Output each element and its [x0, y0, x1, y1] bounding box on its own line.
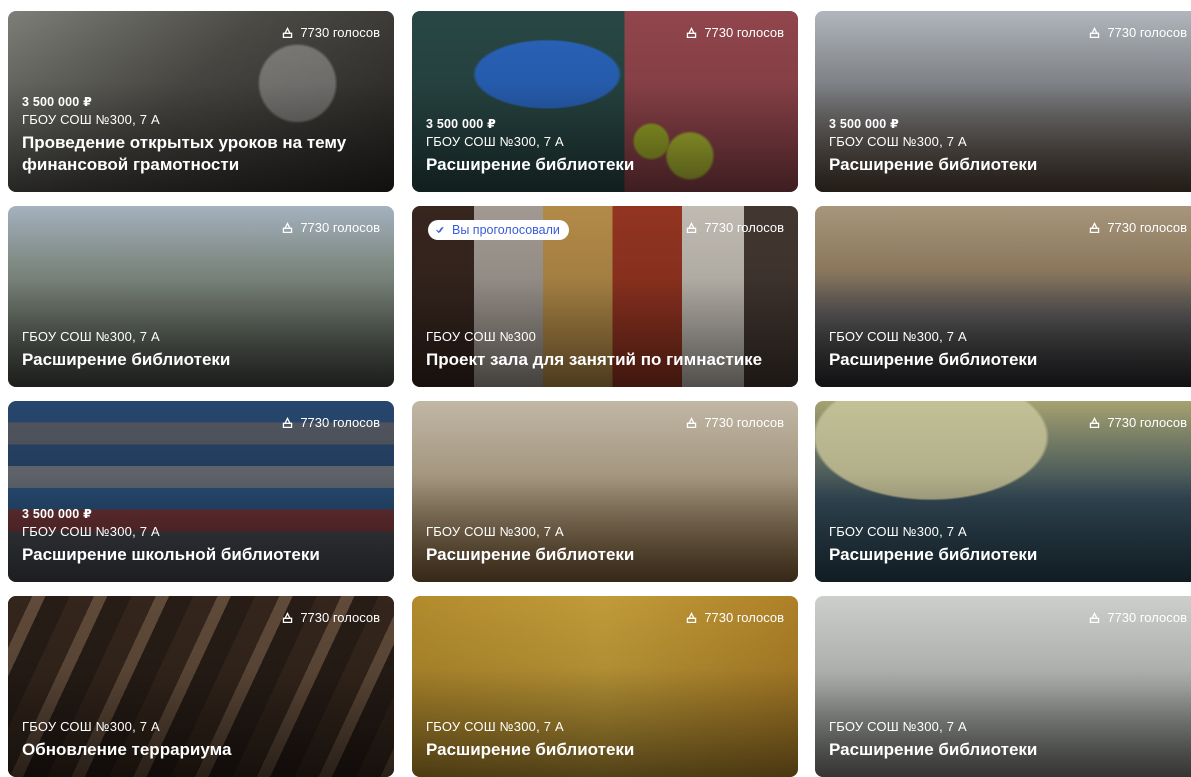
vote-icon	[687, 221, 697, 234]
vote-count: 7730 голосов	[1088, 220, 1187, 235]
vote-count: 7730 голосов	[281, 25, 380, 40]
vote-icon	[687, 611, 697, 624]
project-card[interactable]: 7730 голосов ГБОУ СОШ №300, 7 А Расширен…	[815, 401, 1191, 582]
vote-icon	[687, 26, 697, 39]
card-info: 3 500 000 ₽ ГБОУ СОШ №300, 7 А Проведени…	[22, 94, 382, 176]
vote-icon	[1090, 26, 1100, 39]
card-title: Расширение школьной библиотеки	[22, 545, 320, 564]
card-school: ГБОУ СОШ №300, 7 А	[426, 524, 564, 539]
card-info: ГБОУ СОШ №300, 7 А Расширение библиотеки	[426, 524, 786, 566]
card-title: Обновление террариума	[22, 740, 232, 759]
card-title: Расширение библиотеки	[829, 350, 1038, 369]
card-title: Расширение библиотеки	[22, 350, 231, 369]
card-title: Проект зала для занятий по гимнастике	[426, 350, 763, 369]
project-card[interactable]: 7730 голосов ГБОУ СОШ №300, 7 А Расширен…	[412, 596, 798, 777]
vote-count: 7730 голосов	[685, 610, 784, 625]
vote-count: 7730 голосов	[281, 610, 380, 625]
card-title: Расширение библиотеки	[426, 545, 635, 564]
card-info: 3 500 000 ₽ ГБОУ СОШ №300, 7 А Расширени…	[22, 506, 382, 566]
card-school: ГБОУ СОШ №300, 7 А	[829, 329, 967, 344]
card-info: ГБОУ СОШ №300, 7 А Обновление террариума	[22, 719, 382, 761]
vote-icon	[283, 26, 293, 39]
project-grid: 7730 голосов 3 500 000 ₽ ГБОУ СОШ №300, …	[0, 0, 1191, 777]
card-info: 3 500 000 ₽ ГБОУ СОШ №300, 7 А Расширени…	[426, 116, 786, 176]
project-card[interactable]: 7730 голосов ГБОУ СОШ №300, 7 А Расширен…	[815, 206, 1191, 387]
vote-icon	[283, 416, 293, 429]
project-card[interactable]: 7730 голосов ГБОУ СОШ №300, 7 А Обновлен…	[8, 596, 394, 777]
card-info: ГБОУ СОШ №300, 7 А Расширение библиотеки	[829, 329, 1189, 371]
card-amount: 3 500 000 ₽	[22, 507, 92, 521]
vote-icon	[687, 416, 697, 429]
project-card[interactable]: 7730 голосов ГБОУ СОШ №300, 7 А Расширен…	[8, 206, 394, 387]
card-school: ГБОУ СОШ №300, 7 А	[22, 329, 160, 344]
card-school: ГБОУ СОШ №300, 7 А	[829, 719, 967, 734]
vote-count: 7730 голосов	[685, 415, 784, 430]
card-title: Расширение библиотеки	[829, 545, 1038, 564]
card-school: ГБОУ СОШ №300, 7 А	[22, 112, 160, 127]
card-title: Расширение библиотеки	[426, 740, 635, 759]
vote-icon	[283, 221, 293, 234]
vote-icon	[283, 611, 293, 624]
card-school: ГБОУ СОШ №300, 7 А	[829, 134, 967, 149]
card-info: ГБОУ СОШ №300, 7 А Расширение библиотеки	[829, 524, 1189, 566]
card-amount: 3 500 000 ₽	[829, 117, 899, 131]
card-title: Расширение библиотеки	[829, 155, 1038, 174]
vote-count: 7730 голосов	[281, 220, 380, 235]
vote-icon	[1090, 611, 1100, 624]
vote-icon	[1090, 416, 1100, 429]
vote-count: 7730 голосов	[685, 220, 784, 235]
card-info: ГБОУ СОШ №300, 7 А Расширение библиотеки	[426, 719, 786, 761]
card-info: 3 500 000 ₽ ГБОУ СОШ №300, 7 А Расширени…	[829, 116, 1189, 176]
card-school: ГБОУ СОШ №300, 7 А	[426, 134, 564, 149]
card-info: ГБОУ СОШ №300 Проект зала для занятий по…	[426, 329, 786, 371]
project-card[interactable]: 7730 голосов 3 500 000 ₽ ГБОУ СОШ №300, …	[815, 11, 1191, 192]
project-card[interactable]: 7730 голосов 3 500 000 ₽ ГБОУ СОШ №300, …	[8, 401, 394, 582]
card-title: Расширение библиотеки	[426, 155, 635, 174]
voted-badge: Вы проголосовали	[428, 220, 569, 240]
card-school: ГБОУ СОШ №300, 7 А	[426, 719, 564, 734]
card-info: ГБОУ СОШ №300, 7 А Расширение библиотеки	[829, 719, 1189, 761]
project-card[interactable]: 7730 голосов ГБОУ СОШ №300, 7 А Расширен…	[412, 401, 798, 582]
vote-count: 7730 голосов	[1088, 415, 1187, 430]
card-school: ГБОУ СОШ №300, 7 А	[22, 719, 160, 734]
vote-count: 7730 голосов	[1088, 610, 1187, 625]
card-title: Расширение библиотеки	[829, 740, 1038, 759]
vote-count: 7730 голосов	[281, 415, 380, 430]
vote-count: 7730 голосов	[685, 25, 784, 40]
project-card[interactable]: 7730 голосов 3 500 000 ₽ ГБОУ СОШ №300, …	[412, 11, 798, 192]
check-icon	[436, 226, 444, 234]
vote-icon	[1090, 221, 1100, 234]
card-school: ГБОУ СОШ №300, 7 А	[22, 524, 160, 539]
card-title: Проведение открытых уроков на тему финан…	[22, 133, 347, 174]
card-school: ГБОУ СОШ №300	[426, 329, 537, 344]
project-card[interactable]: 7730 голосов ГБОУ СОШ №300, 7 А Расширен…	[815, 596, 1191, 777]
card-amount: 3 500 000 ₽	[426, 117, 496, 131]
project-card[interactable]: Вы проголосовали 7730 голосов ГБОУ СОШ №…	[412, 206, 798, 387]
vote-count: 7730 голосов	[1088, 25, 1187, 40]
card-info: ГБОУ СОШ №300, 7 А Расширение библиотеки	[22, 329, 382, 371]
card-amount: 3 500 000 ₽	[22, 95, 92, 109]
project-card[interactable]: 7730 голосов 3 500 000 ₽ ГБОУ СОШ №300, …	[8, 11, 394, 192]
card-school: ГБОУ СОШ №300, 7 А	[829, 524, 967, 539]
